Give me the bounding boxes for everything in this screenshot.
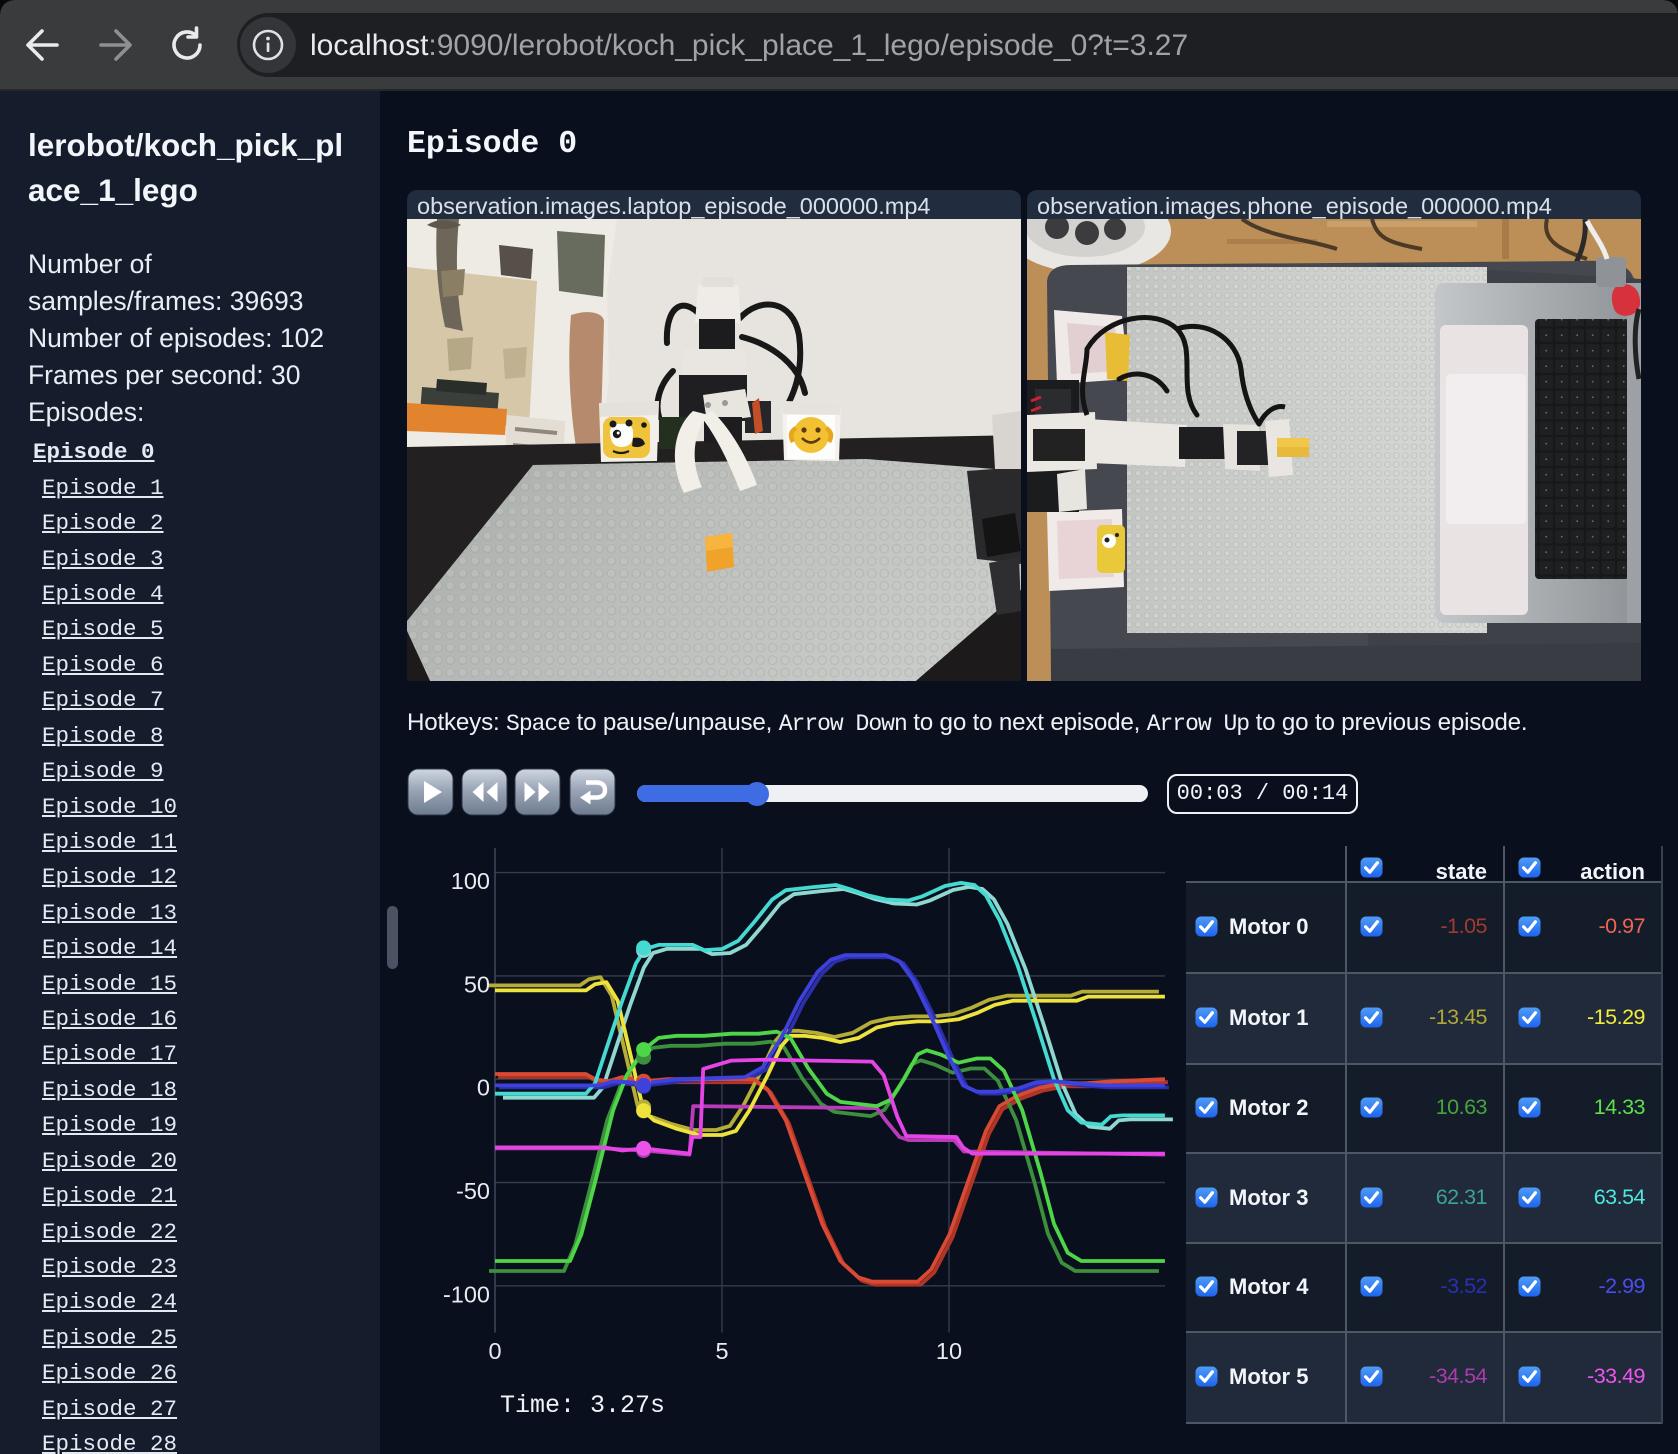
- svg-text:-50: -50: [456, 1178, 490, 1204]
- svg-text:10: 10: [936, 1338, 962, 1364]
- svg-text:0: 0: [488, 1338, 501, 1364]
- svg-text:50: 50: [464, 972, 490, 998]
- svg-text:100: 100: [451, 868, 490, 894]
- svg-text:Time: 3.27s: Time: 3.27s: [500, 1391, 665, 1420]
- svg-text:-100: -100: [443, 1282, 490, 1308]
- svg-text:5: 5: [715, 1338, 728, 1364]
- svg-text:0: 0: [477, 1075, 490, 1101]
